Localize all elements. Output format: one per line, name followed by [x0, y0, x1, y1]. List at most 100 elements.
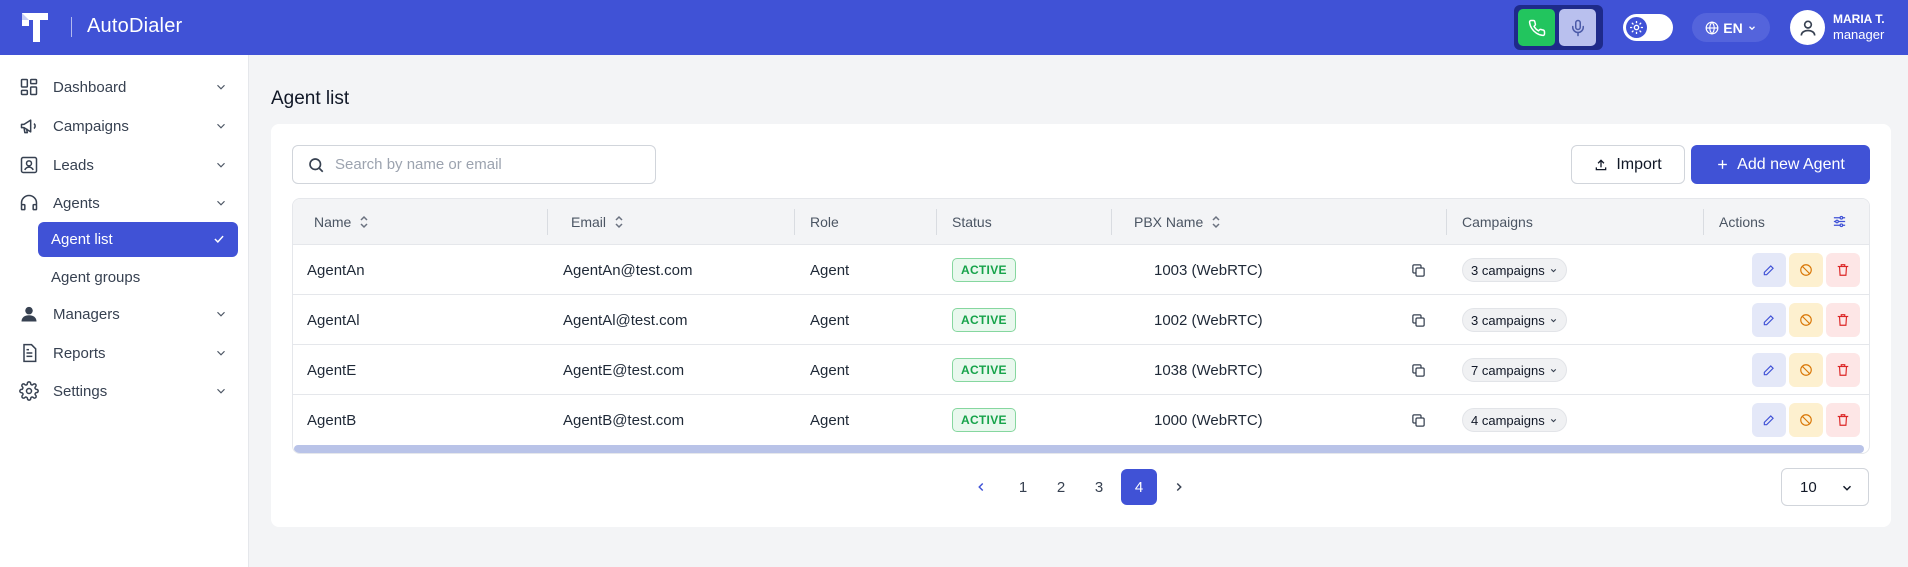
column-label: PBX Name: [1134, 213, 1204, 230]
cell-name: AgentE: [307, 361, 357, 379]
column-label: Actions: [1719, 213, 1765, 230]
table-row[interactable]: AgentAl AgentAl@test.com Agent ACTIVE 10…: [293, 294, 1869, 344]
copy-icon: [1412, 313, 1425, 327]
delete-button[interactable]: [1826, 253, 1860, 287]
column-label: Name: [314, 213, 352, 230]
column-header-email[interactable]: Email: [571, 199, 624, 244]
sidebar-item-label: Campaigns: [53, 117, 129, 135]
copy-button[interactable]: [1411, 395, 1426, 445]
copy-icon: [1412, 263, 1425, 277]
sliders-icon: [1833, 215, 1846, 228]
edit-button[interactable]: [1752, 353, 1786, 387]
campaigns-count: 4 campaigns: [1471, 412, 1545, 428]
microphone-icon: [1571, 19, 1584, 36]
campaigns-badge[interactable]: 7 campaigns: [1462, 358, 1567, 382]
chevron-down-icon: [1550, 318, 1556, 322]
sidebar-item-reports[interactable]: Reports: [18, 338, 228, 368]
per-page-select[interactable]: 10: [1781, 468, 1869, 506]
column-settings-button[interactable]: [1832, 199, 1847, 244]
add-agent-label: Add new Agent: [1737, 155, 1845, 173]
block-icon: [1800, 314, 1812, 326]
block-button[interactable]: [1789, 303, 1823, 337]
sidebar-item-leads[interactable]: Leads: [18, 150, 228, 180]
sidebar-item-label: Leads: [53, 156, 94, 174]
table-row[interactable]: AgentB AgentB@test.com Agent ACTIVE 1000…: [293, 394, 1869, 444]
theme-toggle[interactable]: [1623, 14, 1673, 41]
column-divider: [1446, 209, 1447, 235]
app-title: AutoDialer: [87, 15, 183, 37]
column-header-pbx[interactable]: PBX Name: [1134, 199, 1221, 244]
delete-button[interactable]: [1826, 403, 1860, 437]
horizontal-scrollbar[interactable]: [294, 445, 1864, 453]
chevron-down-icon: [1550, 268, 1556, 272]
add-agent-button[interactable]: Add new Agent: [1691, 145, 1870, 184]
sidebar-item-agents[interactable]: Agents: [18, 188, 228, 218]
sidebar-item-dashboard[interactable]: Dashboard: [18, 72, 228, 102]
page-button-2[interactable]: 2: [1043, 469, 1079, 505]
cell-role: Agent: [810, 261, 850, 279]
cell-email: AgentE@test.com: [563, 361, 685, 379]
plus-icon: [1718, 160, 1728, 169]
column-header-campaigns: Campaigns: [1462, 199, 1533, 244]
column-label: Role: [810, 213, 839, 230]
language-label: EN: [1723, 19, 1743, 36]
call-button[interactable]: [1518, 9, 1555, 46]
block-button[interactable]: [1789, 403, 1823, 437]
sidebar-subitem-agent-list[interactable]: Agent list: [38, 222, 238, 257]
page-button-4[interactable]: 4: [1121, 469, 1157, 505]
block-button[interactable]: [1789, 353, 1823, 387]
sidebar-item-campaigns[interactable]: Campaigns: [18, 111, 228, 141]
copy-icon: [1412, 363, 1425, 377]
top-bar: AutoDialer EN MARIA T. manager: [0, 0, 1908, 55]
logo-separator: [71, 17, 72, 37]
microphone-button[interactable]: [1559, 9, 1596, 46]
sidebar-item-settings[interactable]: Settings: [18, 376, 228, 406]
agents-table: Name Email Role Status PBX Name Campaign…: [292, 198, 1870, 454]
copy-button[interactable]: [1411, 245, 1426, 295]
page-button-1[interactable]: 1: [1005, 469, 1041, 505]
gear-icon: [18, 380, 40, 402]
delete-button[interactable]: [1826, 303, 1860, 337]
delete-button[interactable]: [1826, 353, 1860, 387]
column-header-actions: Actions: [1719, 199, 1765, 244]
edit-button[interactable]: [1752, 403, 1786, 437]
block-button[interactable]: [1789, 253, 1823, 287]
import-label: Import: [1616, 155, 1662, 173]
page-button-3[interactable]: 3: [1081, 469, 1117, 505]
user-icon: [1800, 20, 1815, 36]
sidebar-subitem-agent-groups[interactable]: Agent groups: [38, 260, 238, 295]
avatar[interactable]: [1790, 10, 1825, 45]
cell-role: Agent: [810, 361, 850, 379]
status-badge: ACTIVE: [952, 308, 1016, 332]
sidebar-item-managers[interactable]: Managers: [18, 299, 228, 329]
search-input[interactable]: [335, 156, 635, 173]
table-row[interactable]: AgentE AgentE@test.com Agent ACTIVE 1038…: [293, 344, 1869, 394]
chevron-down-icon: [217, 388, 225, 394]
search-field[interactable]: [292, 145, 656, 184]
cell-pbx: 1038 (WebRTC): [1154, 361, 1263, 379]
edit-button[interactable]: [1752, 303, 1786, 337]
table-row[interactable]: AgentAn AgentAn@test.com Agent ACTIVE 10…: [293, 244, 1869, 294]
column-header-name[interactable]: Name: [314, 199, 369, 244]
campaigns-badge[interactable]: 3 campaigns: [1462, 308, 1567, 332]
block-icon: [1800, 364, 1812, 376]
app-logo[interactable]: [20, 11, 52, 45]
column-header-status: Status: [952, 199, 992, 244]
import-button[interactable]: Import: [1571, 145, 1685, 184]
campaigns-badge[interactable]: 4 campaigns: [1462, 408, 1567, 432]
chevron-down-icon: [217, 123, 225, 129]
edit-button[interactable]: [1752, 253, 1786, 287]
status-badge: ACTIVE: [952, 408, 1016, 432]
next-page-button[interactable]: [1161, 469, 1197, 505]
pencil-icon: [1763, 315, 1774, 326]
copy-button[interactable]: [1411, 345, 1426, 395]
prev-page-button[interactable]: [963, 469, 999, 505]
copy-icon: [1412, 413, 1425, 427]
column-label: Status: [952, 213, 992, 230]
copy-button[interactable]: [1411, 295, 1426, 345]
campaigns-badge[interactable]: 3 campaigns: [1462, 258, 1567, 282]
id-card-icon: [18, 154, 40, 176]
language-selector[interactable]: EN: [1692, 13, 1770, 42]
search-icon: [309, 157, 324, 172]
upload-icon: [1596, 158, 1607, 170]
